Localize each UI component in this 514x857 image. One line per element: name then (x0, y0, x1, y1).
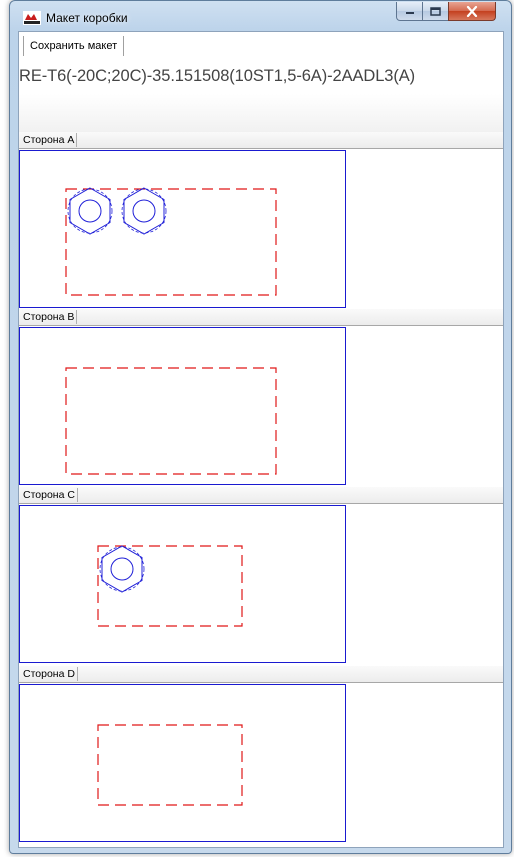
header-band (19, 94, 503, 132)
minimize-button[interactable] (396, 2, 423, 21)
app-logo-icon (23, 11, 41, 25)
side-c-label: Сторона C (21, 488, 78, 502)
side-a-header: Сторона A (19, 132, 503, 149)
side-d-canvas[interactable] (19, 684, 346, 842)
cable-gland-icon (121, 187, 167, 235)
client-area: Сохранить макет RE-T6(-20C;20C)-35.15150… (18, 31, 504, 848)
cable-gland-icon (67, 187, 113, 235)
side-a-label: Сторона A (21, 133, 78, 147)
product-code: RE-T6(-20C;20C)-35.151508(10ST1,5-6A)-2A… (19, 67, 416, 85)
toolbar: Сохранить макет (19, 32, 503, 60)
maximize-button[interactable] (422, 2, 449, 21)
side-d-header: Сторона D (19, 666, 503, 683)
minimize-icon (405, 12, 414, 14)
side-a-cutout (65, 188, 277, 296)
side-b-label: Сторона B (21, 310, 78, 324)
close-button[interactable] (448, 2, 496, 21)
side-d-label: Сторона D (21, 667, 78, 681)
layout-window: Макет коробки Сохранить макет RE-T6(-20C… (9, 0, 512, 854)
save-layout-button[interactable]: Сохранить макет (23, 36, 125, 56)
side-b-header: Сторона B (19, 309, 503, 326)
title-bar[interactable]: Макет коробки (10, 1, 511, 31)
side-b-cutout (65, 367, 277, 475)
side-b-canvas[interactable] (19, 327, 346, 485)
close-icon (466, 5, 478, 17)
side-c-header: Сторона C (19, 487, 503, 504)
side-c-canvas[interactable] (19, 505, 346, 663)
side-a-canvas[interactable] (19, 150, 346, 308)
side-d-cutout (97, 724, 243, 806)
maximize-icon (430, 6, 441, 16)
cable-gland-icon (99, 545, 145, 593)
window-title: Макет коробки (46, 11, 128, 25)
